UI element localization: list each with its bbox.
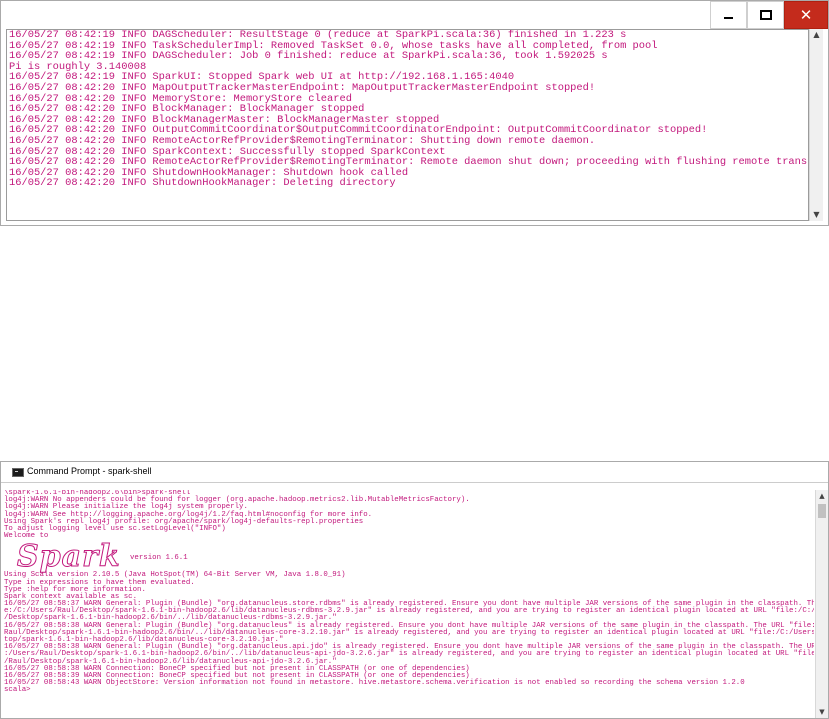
vertical-scrollbar[interactable]: ▲ ▼: [809, 29, 823, 221]
scroll-up-arrow-icon[interactable]: ▲: [810, 30, 823, 39]
console-output[interactable]: 16/05/27 08:42:19 INFO DAGScheduler: Res…: [6, 29, 809, 221]
console-line: 16/05/27 08:42:20 INFO RemoteActorRefPro…: [9, 134, 596, 147]
spark-logo-row: Spark version 1.6.1: [4, 540, 814, 572]
console-window-spark-pi: ✕ 16/05/27 08:42:19 INFO DAGScheduler: R…: [0, 0, 829, 226]
console-line: scala>: [4, 686, 31, 695]
scroll-up-arrow-icon[interactable]: ▲: [816, 492, 828, 500]
console-line: To adjust logging level use sc.setLogLev…: [4, 524, 226, 533]
close-icon: ✕: [799, 7, 813, 24]
console-line: 16/05/27 08:42:20 INFO ShutdownHookManag…: [9, 177, 396, 190]
scroll-down-arrow-icon[interactable]: ▼: [810, 210, 823, 219]
spark-logo: Spark: [17, 539, 121, 575]
window-title: Command Prompt - spark-shell: [27, 466, 152, 476]
close-button[interactable]: ✕: [784, 1, 828, 29]
console-line: 16/05/27 08:42:19 INFO DAGScheduler: Res…: [9, 29, 627, 41]
command-prompt-window: Command Prompt - spark-shell \spark-1.6.…: [0, 461, 829, 719]
console-line: 16/05/27 08:42:20 INFO MapOutputTrackerM…: [9, 81, 596, 94]
title-bar[interactable]: Command Prompt - spark-shell: [1, 462, 828, 483]
minimize-button[interactable]: [710, 1, 747, 29]
title-bar[interactable]: ✕: [1, 1, 828, 29]
console-line: 16/05/27 08:58:43 WARN ObjectStore: Vers…: [4, 679, 745, 688]
command-prompt-icon: [12, 468, 24, 477]
version-label: version 1.6.1: [130, 554, 188, 563]
maximize-icon: [759, 10, 772, 20]
minimize-icon: [724, 17, 733, 19]
console-output[interactable]: \spark-1.6.1-bin-hadoop2.6\bin>spark-she…: [4, 490, 814, 718]
vertical-scrollbar[interactable]: ▲ ▼: [815, 490, 828, 718]
scrollbar-thumb[interactable]: [818, 504, 826, 518]
console-line: Welcome to: [4, 532, 49, 541]
maximize-button[interactable]: [747, 1, 784, 29]
scroll-down-arrow-icon[interactable]: ▼: [816, 708, 828, 716]
